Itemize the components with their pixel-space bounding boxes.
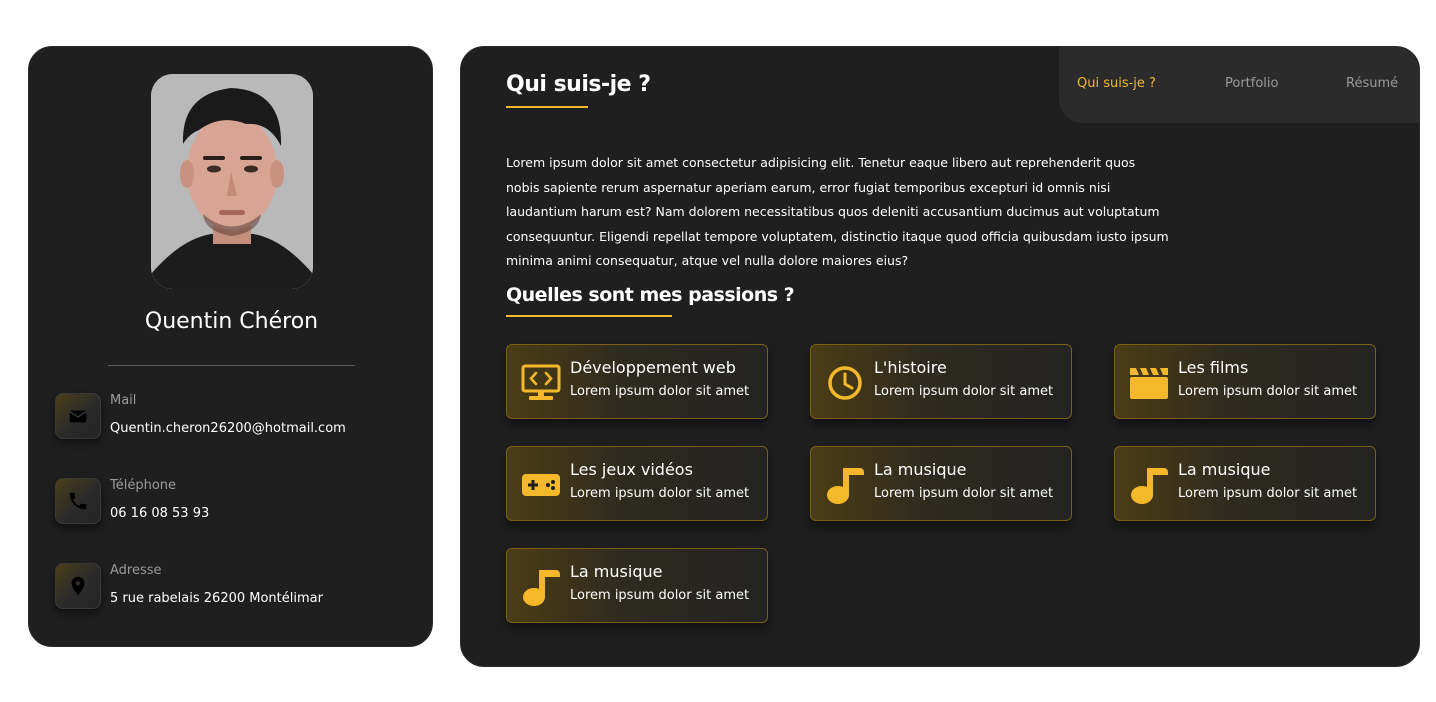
profile-sidebar: Quentin Chéron Mail Quentin.cheron26200@…	[28, 46, 433, 647]
title-underline	[506, 106, 588, 108]
passion-card-web-dev[interactable]: Développement web Lorem ipsum dolor sit …	[506, 344, 768, 419]
navbar: Qui suis-je ? Portfolio Résumé	[1059, 47, 1419, 123]
contact-mail: Mail Quentin.cheron26200@hotmail.com	[55, 393, 425, 443]
contact-address-value: 5 rue rabelais 26200 Montélimar	[110, 591, 323, 606]
contact-address: Adresse 5 rue rabelais 26200 Montélimar	[55, 563, 425, 613]
main-panel: Qui suis-je ? Portfolio Résumé Qui suis-…	[460, 46, 1420, 667]
phone-icon-box	[55, 478, 101, 524]
passion-card-music[interactable]: La musique Lorem ipsum dolor sit amet	[810, 446, 1072, 521]
passion-desc: Lorem ipsum dolor sit amet	[1178, 486, 1358, 501]
nav-link-portfolio[interactable]: Portfolio	[1225, 76, 1278, 91]
passion-desc: Lorem ipsum dolor sit amet	[570, 486, 750, 501]
about-text: Lorem ipsum dolor sit amet consectetur a…	[506, 155, 1169, 268]
passion-desc: Lorem ipsum dolor sit amet	[874, 384, 1054, 399]
location-icon-box	[55, 563, 101, 609]
title-underline	[506, 315, 672, 317]
passion-desc: Lorem ipsum dolor sit amet	[874, 486, 1054, 501]
contact-email[interactable]: Quentin.cheron26200@hotmail.com	[110, 421, 346, 436]
contact-phone-value[interactable]: 06 16 08 53 93	[110, 506, 209, 521]
passion-desc: Lorem ipsum dolor sit amet	[1178, 384, 1358, 399]
music-note-icon	[1127, 463, 1171, 507]
contact-label: Mail	[110, 393, 137, 408]
about-title: Qui suis-je ?	[506, 72, 651, 97]
passion-title: La musique	[1178, 460, 1271, 479]
passion-title: Les jeux vidéos	[570, 460, 693, 479]
passion-desc: Lorem ipsum dolor sit amet	[570, 384, 750, 399]
music-note-icon	[823, 463, 867, 507]
avatar	[151, 74, 313, 289]
divider	[108, 365, 355, 366]
avatar-photo	[151, 74, 313, 289]
passion-card-films[interactable]: Les films Lorem ipsum dolor sit amet	[1114, 344, 1376, 419]
phone-icon	[69, 492, 87, 510]
passion-title: Développement web	[570, 358, 736, 377]
contact-phone: Téléphone 06 16 08 53 93	[55, 478, 425, 528]
profile-name: Quentin Chéron	[144, 309, 319, 334]
passion-title: La musique	[874, 460, 967, 479]
mail-icon-box	[55, 393, 101, 439]
music-note-icon	[519, 565, 563, 609]
passion-card-music[interactable]: La musique Lorem ipsum dolor sit amet	[1114, 446, 1376, 521]
passion-title: La musique	[570, 562, 663, 581]
passion-desc: Lorem ipsum dolor sit amet	[570, 588, 750, 603]
passions-title: Quelles sont mes passions ?	[506, 284, 795, 306]
passion-card-games[interactable]: Les jeux vidéos Lorem ipsum dolor sit am…	[506, 446, 768, 521]
passion-title: Les films	[1178, 358, 1249, 377]
contact-label: Adresse	[110, 563, 162, 578]
passion-title: L'histoire	[874, 358, 947, 377]
contact-label: Téléphone	[110, 478, 177, 493]
clock-icon	[823, 361, 867, 405]
nav-link-about[interactable]: Qui suis-je ?	[1077, 76, 1156, 91]
mail-icon	[69, 410, 87, 423]
gamepad-icon	[519, 463, 563, 507]
clapperboard-icon	[1127, 361, 1171, 405]
code-monitor-icon	[519, 361, 563, 405]
nav-link-resume[interactable]: Résumé	[1346, 76, 1398, 91]
passion-card-history[interactable]: L'histoire Lorem ipsum dolor sit amet	[810, 344, 1072, 419]
location-pin-icon	[71, 576, 85, 596]
passion-card-music[interactable]: La musique Lorem ipsum dolor sit amet	[506, 548, 768, 623]
